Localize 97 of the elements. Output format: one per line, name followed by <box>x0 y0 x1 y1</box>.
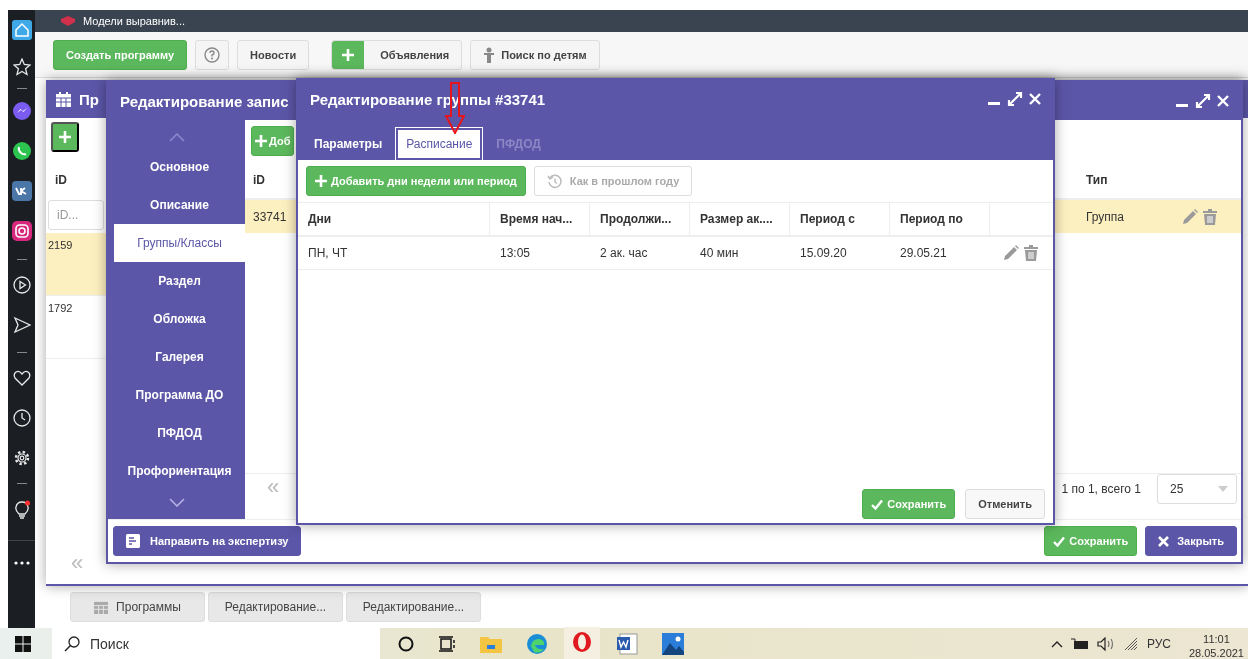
taskbar-search-field[interactable]: Поиск <box>52 628 380 659</box>
column-header: Период с <box>790 203 890 235</box>
nav-item[interactable]: Группы/Классы <box>114 224 245 262</box>
calendar-icon <box>94 600 109 614</box>
trash-icon[interactable] <box>1023 244 1039 262</box>
nav-item[interactable]: Галерея <box>114 338 245 376</box>
home-icon[interactable] <box>11 20 32 40</box>
table-cell-text: Группа <box>1085 209 1126 224</box>
play-icon[interactable] <box>12 276 31 294</box>
column-header: Тип <box>1085 173 1109 187</box>
history-icon <box>546 173 562 189</box>
opera-icon[interactable] <box>564 627 600 659</box>
pagination-info: 1 по 1, всего 1 <box>1061 482 1141 496</box>
chevron-up-icon[interactable] <box>1050 639 1063 648</box>
column-header: iD <box>54 172 68 189</box>
table-cell-text: 15.09.20 <box>799 246 848 260</box>
plus-icon <box>255 135 267 147</box>
heart-icon[interactable] <box>12 369 31 387</box>
close-icon[interactable] <box>1217 95 1229 107</box>
table-row[interactable]: ПН, ЧТ 13:05 2 ак. час 40 мин 15.09.20 29.05.21 <box>298 237 1053 270</box>
plus-icon <box>342 48 355 61</box>
column-header: Продолжи... <box>590 203 690 235</box>
column-header: Время нач... <box>490 203 590 235</box>
logo-icon <box>61 16 75 26</box>
caret-icon <box>1218 486 1228 492</box>
id-filter-field[interactable]: iD... <box>48 200 104 230</box>
tab[interactable]: Расписание <box>396 128 483 160</box>
column-header: iD <box>252 173 266 187</box>
search-icon <box>64 635 80 652</box>
page-size-select[interactable]: 25 <box>1157 474 1237 504</box>
person-icon <box>483 46 496 63</box>
nav-item[interactable]: ПФДОД <box>114 414 245 452</box>
tab-title[interactable]: Модели выравнив... <box>83 15 185 27</box>
window-tab[interactable]: Программы <box>70 592 205 622</box>
close-icon[interactable] <box>1029 93 1041 105</box>
photos-icon[interactable] <box>662 632 684 655</box>
cortana-icon[interactable] <box>398 635 414 652</box>
close-button[interactable]: Закрыть <box>1145 526 1237 556</box>
more-icon[interactable] <box>13 561 30 565</box>
plus-icon <box>59 131 71 143</box>
maximize-icon[interactable] <box>1195 93 1211 109</box>
camera-icon[interactable] <box>11 221 32 241</box>
check-icon <box>871 498 884 510</box>
window-title: Пр <box>79 90 99 108</box>
nav-item[interactable]: Описание <box>114 186 245 224</box>
column-header: Размер ак.... <box>690 203 790 235</box>
tab[interactable]: Параметры <box>306 128 391 160</box>
task-view-icon[interactable] <box>438 635 456 652</box>
help-button[interactable] <box>195 39 230 70</box>
news-button[interactable]: Новости <box>237 39 310 70</box>
table-cell-text: 29.05.21 <box>899 246 948 260</box>
lightbulb-icon[interactable] <box>12 500 31 520</box>
column-header: Период по <box>890 203 990 235</box>
nav-item[interactable]: Раздел <box>114 262 245 300</box>
table-cell-text: 40 мин <box>699 246 740 260</box>
send-icon[interactable] <box>12 316 31 334</box>
send-to-review-button[interactable]: Направить на экспертизу <box>113 526 302 556</box>
browser-icon[interactable] <box>526 632 548 655</box>
clock[interactable]: 11:01 28.05.2021 <box>1188 627 1244 659</box>
nav-item[interactable]: Программа ДО <box>114 376 245 414</box>
chevron-down-icon[interactable] <box>168 497 185 507</box>
star-icon[interactable] <box>12 58 31 76</box>
pencil-icon[interactable] <box>1002 244 1020 262</box>
plus-icon <box>315 175 327 187</box>
announcements-button[interactable]: Объявления <box>331 39 463 70</box>
vk-icon[interactable] <box>11 181 32 201</box>
check-icon <box>1053 535 1066 547</box>
gear-icon[interactable] <box>12 449 31 467</box>
window-tab[interactable]: Редактирование... <box>208 592 343 622</box>
table-cell-text: ПН, ЧТ <box>307 246 349 260</box>
nav-item[interactable]: Обложка <box>114 300 245 338</box>
folder-icon[interactable] <box>480 634 502 653</box>
table-cell-text: 33741 <box>252 209 288 224</box>
calendar-icon <box>56 91 71 107</box>
add-button[interactable] <box>51 122 79 152</box>
window-tab[interactable]: Редактирование... <box>346 592 481 622</box>
nav-item[interactable]: Основное <box>114 148 245 186</box>
speaker-icon[interactable] <box>1096 636 1115 651</box>
windows-start-icon[interactable] <box>14 635 31 652</box>
document-app-icon[interactable] <box>616 632 638 655</box>
cancel-button[interactable]: Отменить <box>965 489 1045 519</box>
document-icon <box>126 534 140 548</box>
language-indicator[interactable]: РУС <box>1146 636 1171 651</box>
column-header: Дни <box>298 203 490 235</box>
table-cell-text: 13:05 <box>499 246 532 260</box>
close-icon <box>1158 535 1170 547</box>
clock-icon[interactable] <box>12 409 31 427</box>
nav-item[interactable]: Профориентация <box>114 452 245 490</box>
wifi-icon[interactable] <box>1122 636 1139 651</box>
chat-icon[interactable] <box>11 141 32 161</box>
messenger-icon[interactable] <box>11 101 32 121</box>
maximize-icon[interactable] <box>1007 91 1023 107</box>
child-search-button[interactable]: Поиск по детям <box>470 39 600 70</box>
help-icon <box>204 46 221 63</box>
table-cell-text: 2 ак. час <box>599 246 649 260</box>
battery-icon[interactable] <box>1070 637 1089 650</box>
window-title: Редактирование запис <box>120 92 289 110</box>
